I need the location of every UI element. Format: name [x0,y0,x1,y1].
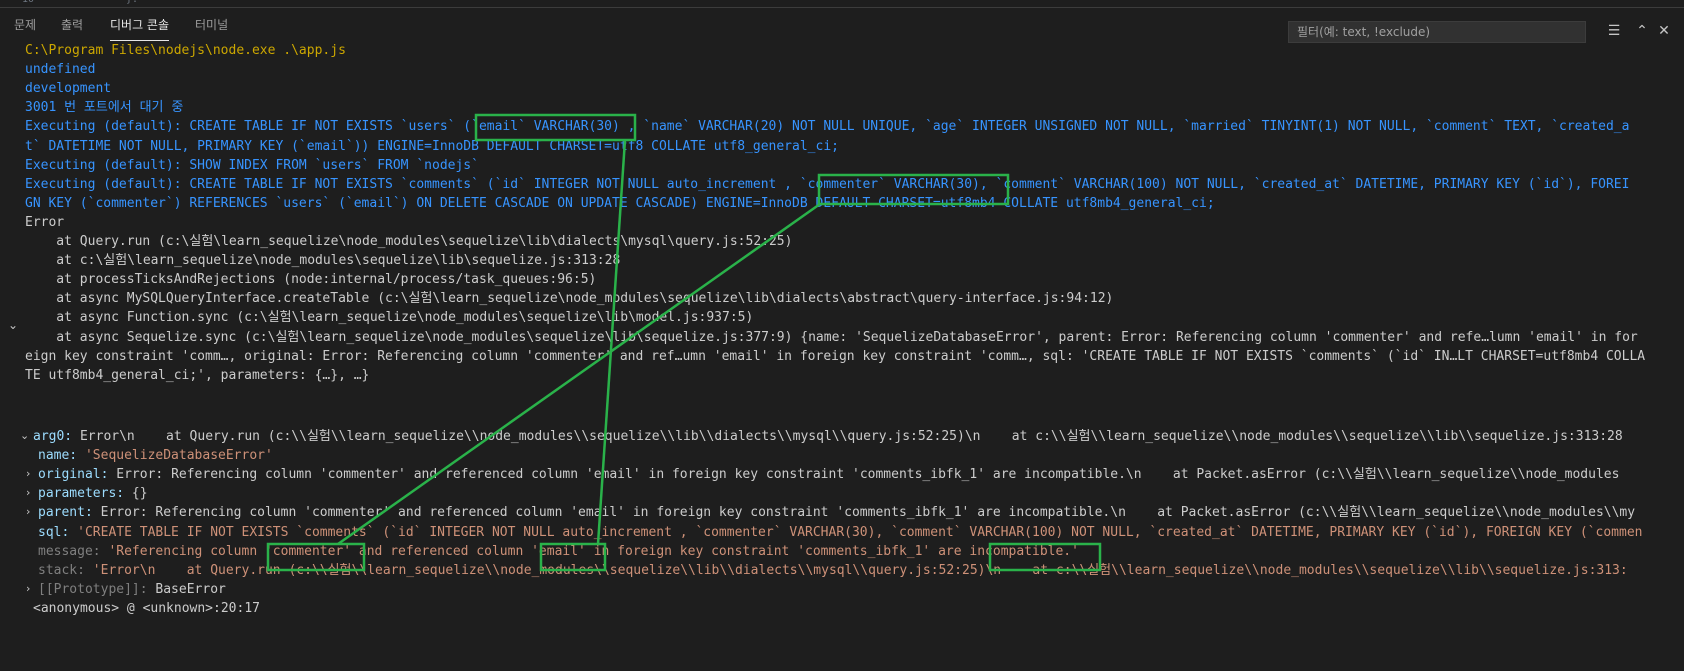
expand-arrow-icon[interactable]: › [26,467,30,480]
object-property[interactable]: [[Prototype]]: BaseError [38,580,226,600]
tab-problems[interactable]: 문제 [14,16,36,33]
console-line: development [25,81,112,97]
console-line: C:\Program Files\nodejs\node.exe .\app.j… [25,43,346,58]
property-key: message: [38,543,101,559]
property-key: parameters: [38,486,125,502]
console-line: Executing (default): CREATE TABLE IF NOT… [25,119,1630,135]
expand-arrow-icon[interactable]: › [26,505,30,518]
property-value: 'Referencing column 'commenter' and refe… [100,543,1079,559]
object-property: stack: 'Error\n at Query.run (c:\\실험\\le… [38,561,1628,581]
property-key: [[Prototype]]: [38,581,148,597]
console-line: at processTicksAndRejections (node:inter… [25,272,597,288]
console-line: at async MySQLQueryInterface.createTable… [25,291,1114,307]
console-line: at async Sequelize.sync (c:\실험\learn_seq… [25,329,1638,345]
console-line: t` DATETIME NOT NULL, PRIMARY KEY (`emai… [25,138,839,154]
console-line: Error [25,214,65,230]
property-value: 'Error\n at Query.run (c:\\실험\\learn_seq… [84,562,1628,578]
console-line: Executing (default): CREATE TABLE IF NOT… [25,176,1630,192]
chevron-down-icon[interactable]: ⌄ [8,318,18,332]
object-property[interactable]: original: Error: Referencing column 'com… [38,465,1619,485]
property-value: {} [124,486,148,502]
console-line: TE utf8mb4_general_ci;', parameters: {…}… [25,367,370,383]
console-line: at c:\실험\learn_sequelize\node_modules\se… [25,253,621,269]
property-key: stack: [38,562,85,578]
object-property: name: 'SequelizeDatabaseError' [38,446,273,466]
property-value: Error\n at Query.run (c:\\실험\\learn_sequ… [72,429,1623,444]
console-line: undefined [25,62,96,78]
editor-bottom-strip: 10 }. [0,0,1684,8]
debug-console-output: C:\Program Files\nodejs\node.exe .\app.j… [0,40,1684,671]
property-value: BaseError [147,581,226,597]
property-value: Error: Referencing column 'commenter' an… [92,505,1636,521]
object-property: sql: 'CREATE TABLE IF NOT EXISTS `commen… [38,523,1642,543]
chevron-up-icon[interactable]: ⌃ [1632,21,1652,41]
expand-arrow-icon[interactable]: ⌄ [20,429,29,442]
property-key: parent: [38,505,93,521]
console-line: eign key constraint 'comm…, original: Er… [25,348,1646,364]
property-key: original: [38,467,109,483]
property-value: Error: Referencing column 'commenter' an… [108,467,1620,483]
panel-tab-bar: 문제 출력 디버그 콘솔 터미널 ☰ ⌃ ✕ [0,8,1684,43]
tab-terminal[interactable]: 터미널 [195,16,228,33]
tab-output[interactable]: 출력 [61,16,83,33]
object-arg0[interactable]: arg0: Error\n at Query.run (c:\\실험\\lear… [33,427,1623,447]
property-value: 'SequelizeDatabaseError' [77,448,273,464]
source-location[interactable]: <anonymous> @ <unknown>:20:17 [33,599,260,619]
property-key: arg0: [33,429,73,444]
console-line: GN KEY (`commenter`) REFERENCES `users` … [25,195,1215,211]
expand-arrow-icon[interactable]: › [26,486,30,499]
close-icon[interactable]: ✕ [1654,21,1674,41]
console-line: at Query.run (c:\실험\learn_sequelize\node… [25,234,793,249]
list-filter-icon[interactable]: ☰ [1604,21,1624,41]
property-value: 'CREATE TABLE IF NOT EXISTS `comments` (… [69,524,1643,540]
console-line: Executing (default): SHOW INDEX FROM `us… [25,157,479,173]
expand-arrow-icon[interactable]: › [26,582,30,595]
code-fragment: }. [126,0,138,5]
object-property: message: 'Referencing column 'commenter'… [38,542,1079,562]
property-key: name: [38,448,78,464]
tab-debug-console[interactable]: 디버그 콘솔 [110,16,170,41]
line-number: 10 [22,0,34,5]
console-line: 3001 번 포트에서 대기 중 [25,100,184,116]
object-property[interactable]: parameters: {} [38,484,148,504]
object-property[interactable]: parent: Error: Referencing column 'comme… [38,503,1635,523]
property-key: sql: [38,524,70,540]
console-line: at async Function.sync (c:\실험\learn_sequ… [25,310,754,326]
